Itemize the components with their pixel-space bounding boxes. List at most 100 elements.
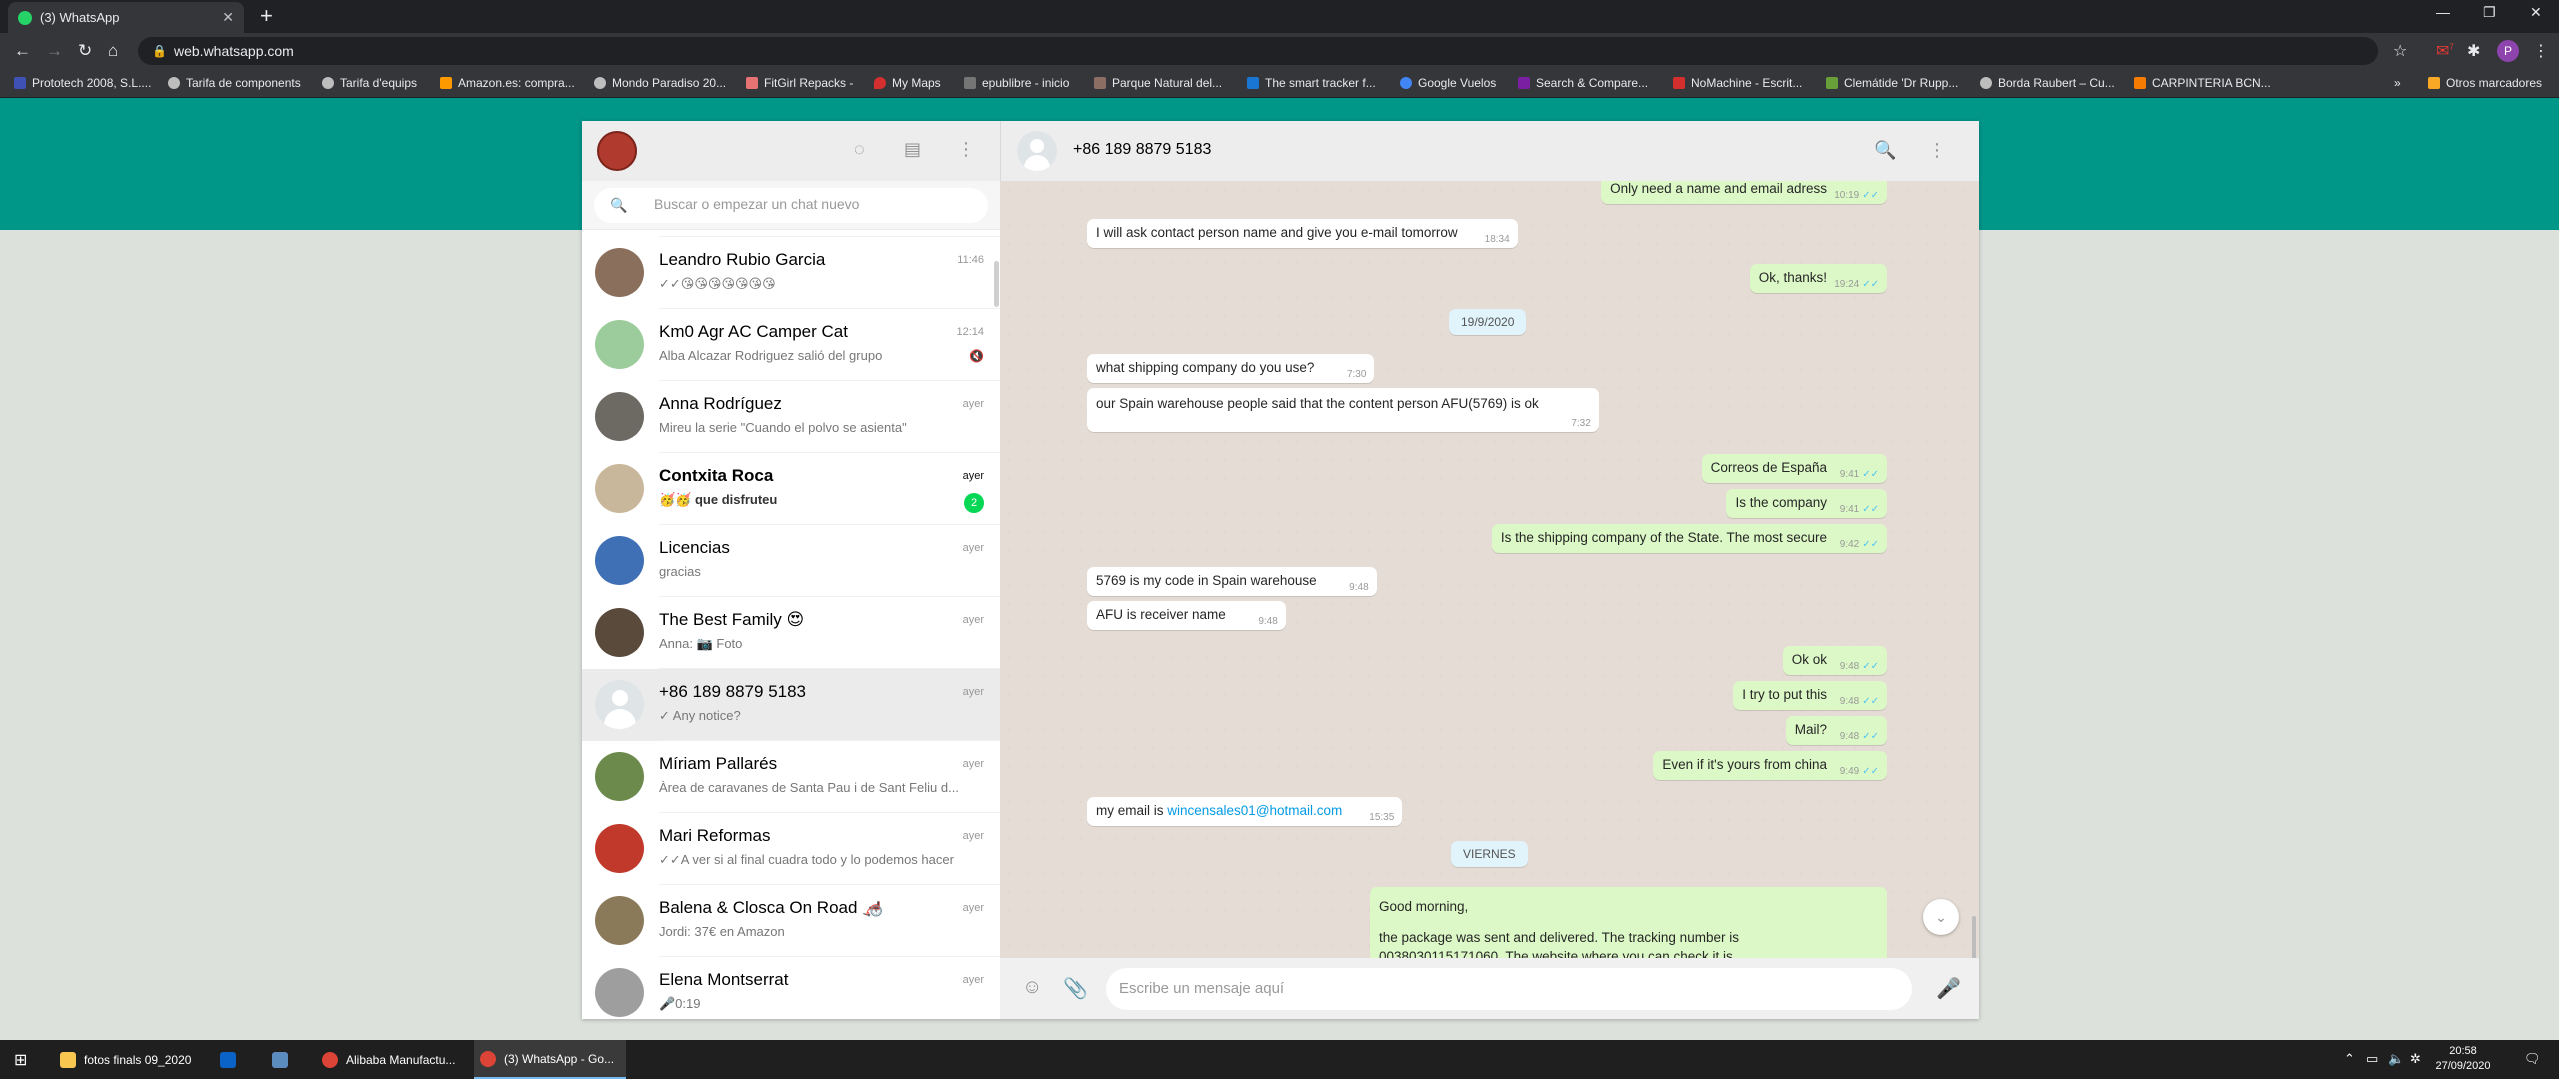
minimize-icon[interactable]: — xyxy=(2436,4,2450,20)
bookmark[interactable]: Tarifa d'equips xyxy=(322,76,417,90)
message-text: Is the shipping company of the State. Th… xyxy=(1500,530,1827,545)
menu-icon[interactable]: ⋮ xyxy=(1928,140,1946,161)
chat-time: ayer xyxy=(962,686,984,698)
close-icon[interactable]: ✕ xyxy=(222,9,234,26)
bookmark[interactable]: Amazon.es: compra... xyxy=(440,76,575,90)
bookmark[interactable]: Clemátide 'Dr Rupp... xyxy=(1826,76,1958,90)
message-input[interactable] xyxy=(1119,980,1899,997)
windows-start-icon[interactable]: ⊞ xyxy=(14,1040,27,1079)
new-tab-button[interactable]: + xyxy=(260,4,273,28)
chat-list-item[interactable] xyxy=(582,230,1000,237)
chat-list-item[interactable]: Anna Rodríguez ayer Mireu la serie "Cuan… xyxy=(582,381,1000,453)
message-incoming: my email is wincensales01@hotmail.com 15… xyxy=(1087,797,1403,826)
chat-preview: 🥳🥳 que disfruteu xyxy=(659,492,778,507)
bookmark[interactable]: CARPINTERIA BCN... xyxy=(2134,76,2271,90)
taskbar-clock[interactable]: 20:58 27/09/2020 xyxy=(2433,1044,2493,1074)
home-icon[interactable]: ⌂ xyxy=(108,41,118,61)
bookmark[interactable]: Prototech 2008, S.L.... xyxy=(14,76,151,90)
microphone-icon[interactable]: 🎤 xyxy=(1936,976,1961,1001)
outlook-icon[interactable] xyxy=(220,1040,244,1079)
restore-icon[interactable]: ❐ xyxy=(2483,4,2496,21)
bookmark[interactable]: My Maps xyxy=(874,76,941,90)
notification-icon[interactable]: 🗨 xyxy=(2524,1051,2541,1067)
message-outgoing: Is the company 9:41 ✓✓ xyxy=(1726,489,1887,518)
attach-icon[interactable]: 📎 xyxy=(1063,976,1088,1001)
taskbar-item-chrome-whatsapp[interactable]: (3) WhatsApp - Go... xyxy=(474,1040,626,1079)
bookmark[interactable]: The smart tracker f... xyxy=(1247,76,1376,90)
double-check-icon: ✓✓ xyxy=(1862,766,1879,777)
browser-tab-bar: (3) WhatsApp ✕ + — ❐ ✕ xyxy=(0,0,2559,33)
chat-list-item[interactable]: Mari Reformas ayer ✓✓A ver si al final c… xyxy=(582,813,1000,885)
chat-list-item[interactable]: Balena & Closca On Road 🦽 ayer Jordi: 37… xyxy=(582,885,1000,957)
status-icon[interactable]: ◌ xyxy=(854,139,865,160)
message-time: 18:34 xyxy=(1484,234,1510,245)
settings-icon[interactable]: ✲ xyxy=(2410,1051,2421,1067)
folder-icon xyxy=(60,1051,76,1068)
chat-time: 12:14 xyxy=(956,326,984,338)
address-bar[interactable]: 🔒 web.whatsapp.com xyxy=(138,37,2378,65)
bookmark[interactable]: Search & Compare... xyxy=(1518,76,1648,90)
puzzle-icon[interactable]: ✱ xyxy=(2467,41,2480,61)
menu-icon[interactable]: ⋮ xyxy=(957,139,975,160)
chat-preview: ✓✓A ver si al final cuadra todo y lo pod… xyxy=(659,852,954,867)
extension-icon[interactable]: ✉7 xyxy=(2436,41,2454,61)
forward-icon[interactable]: → xyxy=(46,41,63,61)
message-time: 9:48 xyxy=(1258,616,1278,627)
avatar[interactable] xyxy=(1017,131,1057,171)
conversation-title: +86 189 8879 5183 xyxy=(1073,141,1212,158)
chat-list-item[interactable]: Elena Montserrat ayer 🎤0:19 xyxy=(582,957,1000,1019)
bookmark[interactable]: Mondo Paradiso 20... xyxy=(594,76,726,90)
message-text: Even if it's yours from china xyxy=(1662,757,1827,772)
taskbar-item-chrome-alibaba[interactable]: Alibaba Manufactu... xyxy=(316,1040,472,1079)
unread-badge: 2 xyxy=(964,493,984,513)
volume-icon[interactable]: 🔈 xyxy=(2388,1051,2404,1067)
double-check-icon: ✓✓ xyxy=(1862,731,1879,742)
chat-list-item[interactable]: Míriam Pallarés ayer Àrea de caravanes d… xyxy=(582,741,1000,813)
message-text: I try to put this xyxy=(1742,687,1827,702)
browser-tab-whatsapp[interactable]: (3) WhatsApp ✕ xyxy=(8,2,244,33)
lock-icon: 🔒 xyxy=(152,44,167,58)
message-incoming: AFU is receiver name 9:48 xyxy=(1087,601,1286,630)
avatar[interactable] xyxy=(597,131,637,171)
avatar xyxy=(595,896,644,945)
back-icon[interactable]: ← xyxy=(14,41,31,61)
avatar xyxy=(595,248,644,297)
bookmark[interactable]: Parque Natural del... xyxy=(1094,76,1222,90)
search-icon[interactable]: 🔍 xyxy=(1874,140,1896,161)
reload-icon[interactable]: ↻ xyxy=(78,41,92,61)
chat-list-item[interactable]: Licencias ayer gracias xyxy=(582,525,1000,597)
bookmark[interactable]: Tarifa de components xyxy=(168,76,301,90)
bookmark[interactable]: Google Vuelos xyxy=(1400,76,1496,90)
profile-avatar[interactable]: P xyxy=(2497,40,2519,62)
other-bookmarks[interactable]: Otros marcadores xyxy=(2428,76,2542,90)
app-icon[interactable] xyxy=(272,1040,296,1079)
chevron-right-icon[interactable]: » xyxy=(2394,76,2401,90)
message-text: Is the company xyxy=(1735,495,1827,510)
chat-list-item[interactable]: Leandro Rubio Garcia 11:46 ✓✓😘😘😘😘😘😘😘 xyxy=(582,237,1000,309)
chat-list-item[interactable]: Km0 Agr AC Camper Cat 12:14 Alba Alcazar… xyxy=(582,309,1000,381)
chevron-down-icon[interactable]: ⌄ xyxy=(1923,899,1959,935)
sidebar-scrollbar[interactable] xyxy=(994,261,999,307)
chevron-up-icon[interactable]: ⌃ xyxy=(2344,1051,2355,1067)
taskbar-item-explorer[interactable]: fotos finals 09_2020 xyxy=(50,1040,202,1079)
bookmark[interactable]: epublibre - inicio xyxy=(964,76,1069,90)
star-icon[interactable]: ☆ xyxy=(2393,41,2407,61)
message-text: I will ask contact person name and give … xyxy=(1096,225,1458,240)
bookmark[interactable]: NoMachine - Escrit... xyxy=(1673,76,1802,90)
chat-list-item-active[interactable]: +86 189 8879 5183 ayer ✓ Any notice? xyxy=(582,669,1000,741)
new-chat-icon[interactable]: ▤ xyxy=(904,139,921,160)
avatar xyxy=(595,752,644,801)
emoji-icon[interactable]: ☺ xyxy=(1022,976,1042,999)
conversation-header[interactable]: +86 189 8879 5183 🔍 ⋮ xyxy=(1000,121,1979,181)
bookmarks-bar: Prototech 2008, S.L.... Tarifa de compon… xyxy=(0,70,2559,98)
chat-time: ayer xyxy=(962,902,984,914)
network-icon[interactable]: ▭ xyxy=(2366,1051,2378,1067)
chat-list-item[interactable]: Contxita Roca ayer 🥳🥳 que disfruteu 2 xyxy=(582,453,1000,525)
search-input[interactable] xyxy=(654,196,974,212)
menu-icon[interactable]: ⋮ xyxy=(2533,41,2549,61)
close-window-icon[interactable]: ✕ xyxy=(2530,4,2542,21)
email-link[interactable]: wincensales01@hotmail.com xyxy=(1167,803,1342,818)
bookmark[interactable]: Borda Raubert – Cu... xyxy=(1980,76,2115,90)
chat-list-item[interactable]: The Best Family 😍 ayer Anna: 📷 Foto xyxy=(582,597,1000,669)
bookmark[interactable]: FitGirl Repacks - xyxy=(746,76,853,90)
